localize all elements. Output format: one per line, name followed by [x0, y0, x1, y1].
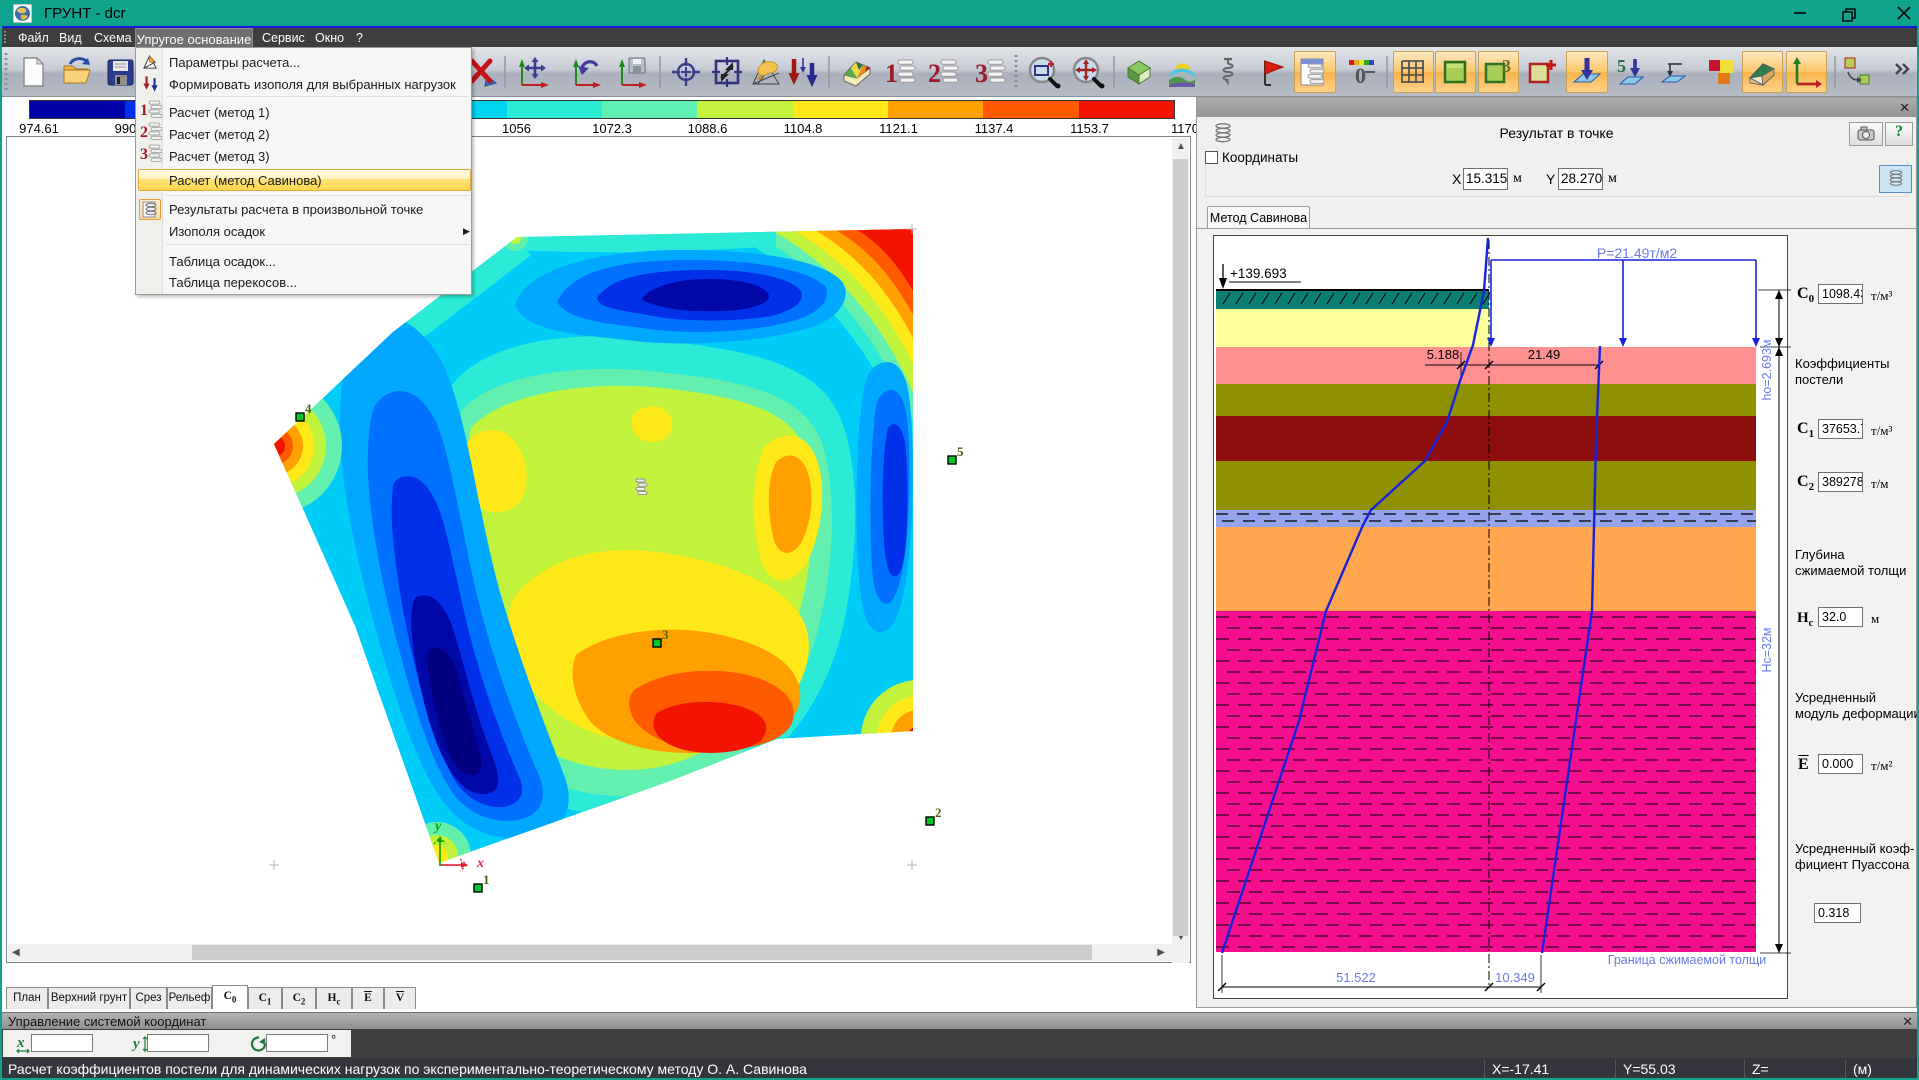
svg-text:4: 4 [305, 401, 312, 416]
svg-text:5: 5 [957, 444, 964, 459]
svg-text:+139.693: +139.693 [1230, 266, 1287, 281]
svg-text:Граница сжимаемой толщи: Граница сжимаемой толщи [1608, 953, 1767, 967]
svg-text:x: x [476, 856, 484, 871]
svg-text:0: 0 [1355, 63, 1366, 88]
svg-text:1: 1 [885, 59, 898, 88]
svg-text:3: 3 [975, 59, 988, 88]
svg-text:3: 3 [1502, 56, 1511, 76]
svg-text:y: y [131, 1036, 140, 1052]
svg-text:ho=2.693м: ho=2.693м [1760, 339, 1774, 400]
svg-text:21.49: 21.49 [1528, 347, 1561, 362]
svg-text:2: 2 [140, 124, 148, 141]
svg-text:3: 3 [140, 146, 148, 163]
svg-text:P=21.49т/м2: P=21.49т/м2 [1597, 245, 1677, 261]
svg-text:5.188: 5.188 [1427, 347, 1460, 362]
svg-text:3: 3 [662, 627, 669, 642]
svg-text:2: 2 [935, 805, 942, 820]
svg-text:5: 5 [1617, 56, 1626, 76]
svg-text:1: 1 [483, 872, 490, 887]
svg-text:2: 2 [928, 59, 941, 88]
svg-text:y: y [433, 819, 442, 834]
svg-text:10.349: 10.349 [1495, 970, 1535, 985]
svg-text:51.522: 51.522 [1336, 970, 1376, 985]
svg-text:1: 1 [140, 102, 148, 119]
svg-text:Hc=32м: Hc=32м [1760, 627, 1774, 672]
svg-text:x: x [16, 1035, 25, 1051]
